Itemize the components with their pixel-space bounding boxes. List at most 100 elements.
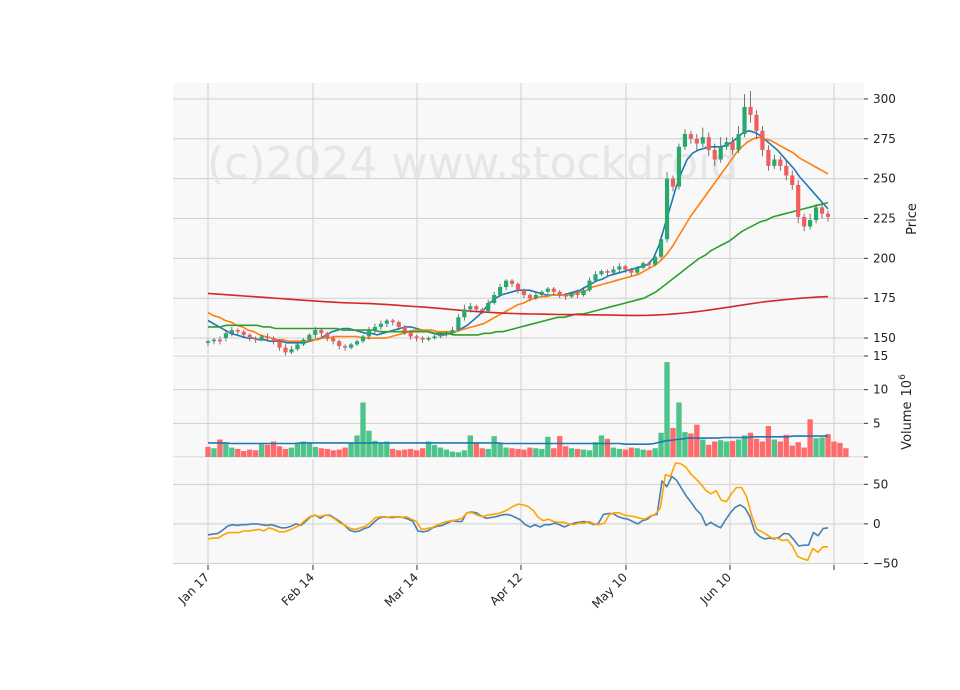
volume-bar-68: [610, 447, 617, 457]
volume-ytick-label-2: 10: [873, 383, 888, 397]
candle-body-36: [420, 338, 425, 340]
volume-bar-35: [413, 450, 420, 457]
candle-body-8: [253, 338, 258, 340]
volume-bar-82: [694, 424, 700, 457]
candle-body-85: [712, 149, 717, 160]
volume-bar-18: [312, 446, 318, 457]
x-axis: Jan 17 Feb 14 Mar 14 Apr 12 May 10 Jun 10: [175, 565, 835, 611]
volume-bar-31: [390, 448, 396, 457]
candle-body-56: [539, 291, 544, 296]
volume-bar-96: [777, 441, 783, 457]
candle-body-6: [241, 331, 246, 335]
volume-bar-51: [509, 448, 515, 457]
x-tick-label-0: Jan 17: [175, 570, 212, 607]
candle-body-42: [456, 317, 461, 331]
candle-body-19: [319, 330, 324, 334]
candle-body-99: [796, 185, 801, 217]
volume-bar-36: [419, 448, 426, 457]
candle-body-70: [623, 266, 628, 270]
volume-bar-32: [396, 450, 402, 457]
x-tick-label-4: May 10: [589, 570, 630, 611]
volume-bar-30: [384, 441, 390, 457]
candle-body-35: [414, 336, 419, 339]
price-ytick-label-1: 175: [873, 291, 896, 305]
volume-bar-107: [843, 448, 849, 457]
volume-bar-86: [718, 440, 724, 457]
volume-bar-17: [306, 442, 313, 457]
candle-body-100: [802, 216, 807, 227]
volume-bar-55: [533, 448, 539, 457]
candle-body-7: [247, 334, 252, 339]
volume-bar-101: [807, 419, 813, 457]
volume-bar-1: [211, 448, 217, 457]
volume-bar-57: [545, 436, 551, 457]
candle-body-21: [331, 338, 336, 342]
volume-bar-77: [664, 362, 670, 457]
volume-bar-59: [557, 436, 563, 457]
volume-bar-7: [247, 449, 253, 457]
volume-bar-79: [676, 402, 682, 457]
volume-bar-53: [521, 449, 527, 457]
volume-bar-100: [801, 447, 807, 457]
candle-body-47: [486, 302, 491, 311]
volume-bar-33: [402, 449, 408, 457]
price-ytick-label-6: 300: [873, 92, 896, 106]
candle-body-102: [813, 207, 819, 221]
candle-body-45: [474, 306, 479, 310]
volume-bar-97: [783, 434, 789, 457]
candle-body-48: [492, 295, 497, 303]
candle-body-16: [301, 339, 306, 345]
candle-body-75: [653, 256, 658, 265]
volume-bar-63: [580, 449, 587, 457]
oscillator-y-ticks: −50 0 50: [864, 477, 898, 570]
candle-body-41: [450, 330, 455, 334]
volume-bar-87: [723, 441, 730, 457]
candle-body-17: [307, 334, 312, 340]
volume-y-ticks: 5 10 15: [864, 349, 888, 458]
volume-bar-12: [276, 446, 283, 457]
candle-body-81: [688, 134, 693, 139]
volume-bar-78: [670, 428, 676, 457]
candle-body-53: [521, 290, 527, 296]
volume-bar-50: [503, 447, 509, 457]
candle-body-80: [682, 134, 688, 147]
volume-bar-83: [700, 439, 706, 457]
candle-body-33: [402, 326, 407, 332]
candle-body-82: [694, 138, 699, 144]
candle-body-66: [599, 271, 604, 275]
volume-panel: 51015 Volume106: [173, 349, 915, 458]
candle-body-31: [390, 320, 395, 323]
x-tick-label-3: Apr 12: [487, 570, 525, 608]
oscillator-ytick-label-2: 50: [873, 477, 888, 491]
candle-body-10: [265, 336, 270, 339]
price-ytick-label-4: 250: [873, 172, 896, 186]
candle-body-93: [760, 130, 765, 150]
volume-bar-92: [753, 438, 760, 457]
volume-bar-56: [539, 448, 545, 457]
volume-axis-label: Volume 106: [898, 374, 915, 450]
candle-body-74: [647, 263, 652, 265]
candle-body-88: [730, 141, 735, 150]
volume-bar-37: [425, 441, 432, 457]
candle-body-91: [748, 106, 753, 115]
candle-body-59: [557, 291, 562, 296]
volume-bar-67: [604, 438, 611, 457]
candle-body-28: [372, 326, 378, 331]
watermark: (c)2024 www.stockdroid: [207, 138, 738, 189]
volume-bar-14: [288, 447, 295, 457]
volume-bar-72: [634, 448, 640, 457]
candle-body-38: [432, 336, 437, 339]
candle-body-101: [808, 220, 813, 227]
candle-body-34: [408, 331, 413, 337]
candle-body-24: [348, 344, 354, 348]
volume-bar-5: [235, 448, 241, 457]
volume-bar-23: [342, 447, 348, 457]
candle-body-46: [480, 309, 485, 311]
candle-body-90: [742, 106, 747, 135]
price-ytick-label-5: 275: [873, 132, 896, 146]
volume-bar-102: [813, 438, 819, 457]
candle-body-51: [509, 280, 515, 284]
x-tick-label-1: Feb 14: [279, 570, 317, 608]
volume-bar-81: [688, 433, 694, 457]
volume-scale-exponent: 6: [898, 374, 908, 380]
